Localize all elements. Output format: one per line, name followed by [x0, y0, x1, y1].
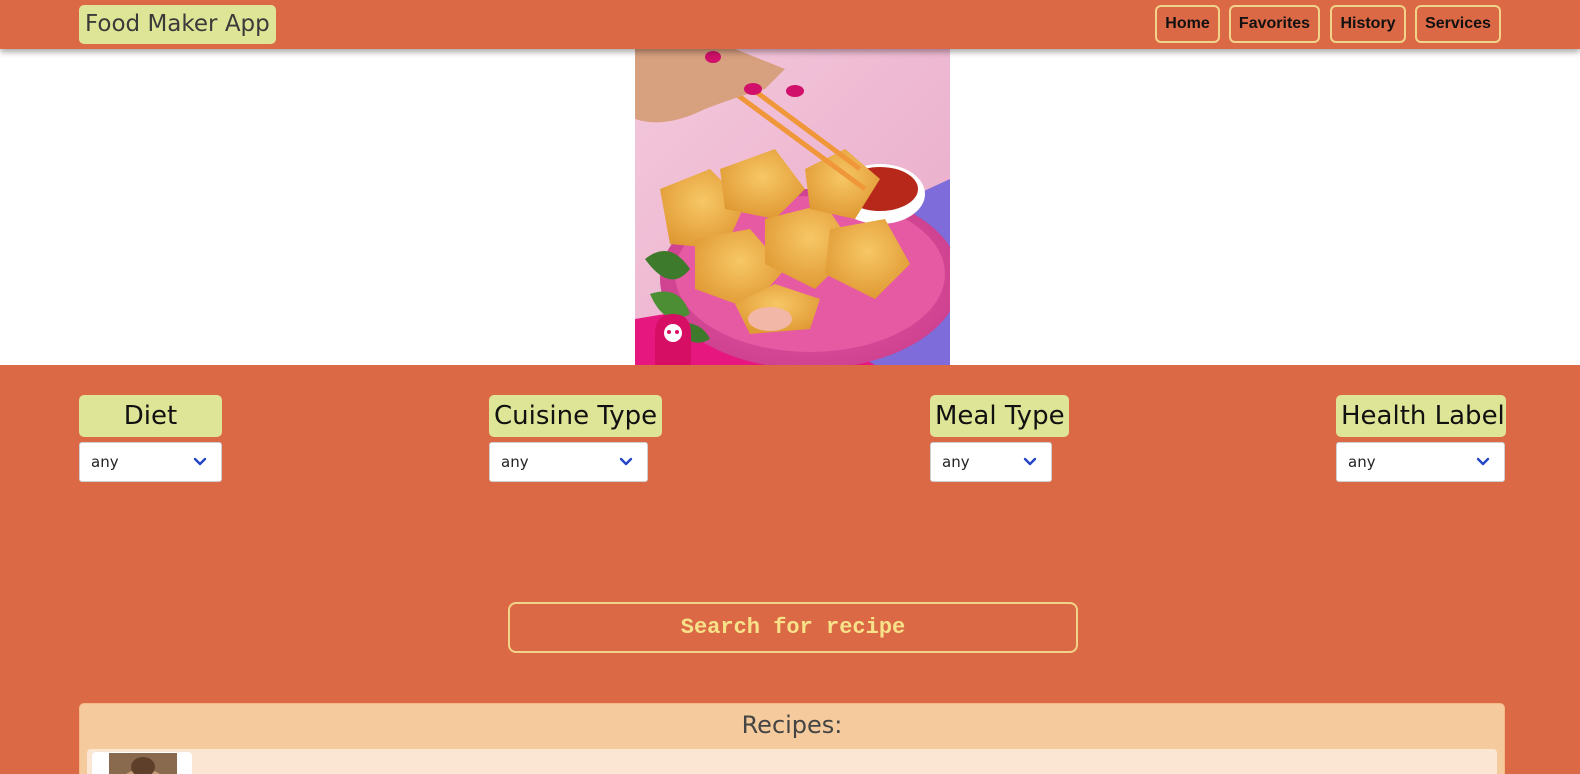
chevron-down-icon — [619, 457, 633, 466]
nav-favorites-button[interactable]: Favorites — [1229, 5, 1320, 43]
diet-select-value: any — [91, 453, 119, 471]
recipe-thumbnail-frame — [92, 752, 192, 774]
diet-select[interactable]: any — [79, 442, 222, 482]
cuisine-type-label: Cuisine Type — [489, 395, 662, 437]
chevron-down-icon — [1476, 457, 1490, 466]
recipes-title: Recipes: — [741, 711, 843, 739]
brand-title[interactable]: Food Maker App — [79, 5, 276, 44]
cuisine-type-select[interactable]: any — [489, 442, 648, 482]
meal-type-label: Meal Type — [930, 395, 1069, 437]
chevron-down-icon — [193, 457, 207, 466]
recipe-image — [109, 753, 177, 774]
health-label-label: Health Label — [1336, 395, 1506, 437]
search-recipe-button[interactable]: Search for recipe — [508, 602, 1078, 653]
fried-wontons-photo — [635, 49, 950, 365]
chevron-down-icon — [1023, 457, 1037, 466]
health-label-select-value: any — [1348, 453, 1376, 471]
cuisine-type-select-value: any — [501, 453, 529, 471]
nav-history-button[interactable]: History — [1330, 5, 1406, 43]
nav-home-button[interactable]: Home — [1155, 5, 1220, 43]
diet-label: Diet — [79, 395, 222, 437]
meal-type-select-value: any — [942, 453, 970, 471]
navbar: Food Maker App Home Favorites History Se… — [0, 0, 1580, 49]
recipes-panel: Recipes: — [79, 703, 1505, 774]
health-label-select[interactable]: any — [1336, 442, 1505, 482]
recipe-card[interactable] — [87, 749, 1497, 774]
hero-image — [635, 49, 950, 365]
meal-type-select[interactable]: any — [930, 442, 1052, 482]
nav-services-button[interactable]: Services — [1415, 5, 1501, 43]
recipe-thumbnail[interactable] — [109, 753, 177, 774]
